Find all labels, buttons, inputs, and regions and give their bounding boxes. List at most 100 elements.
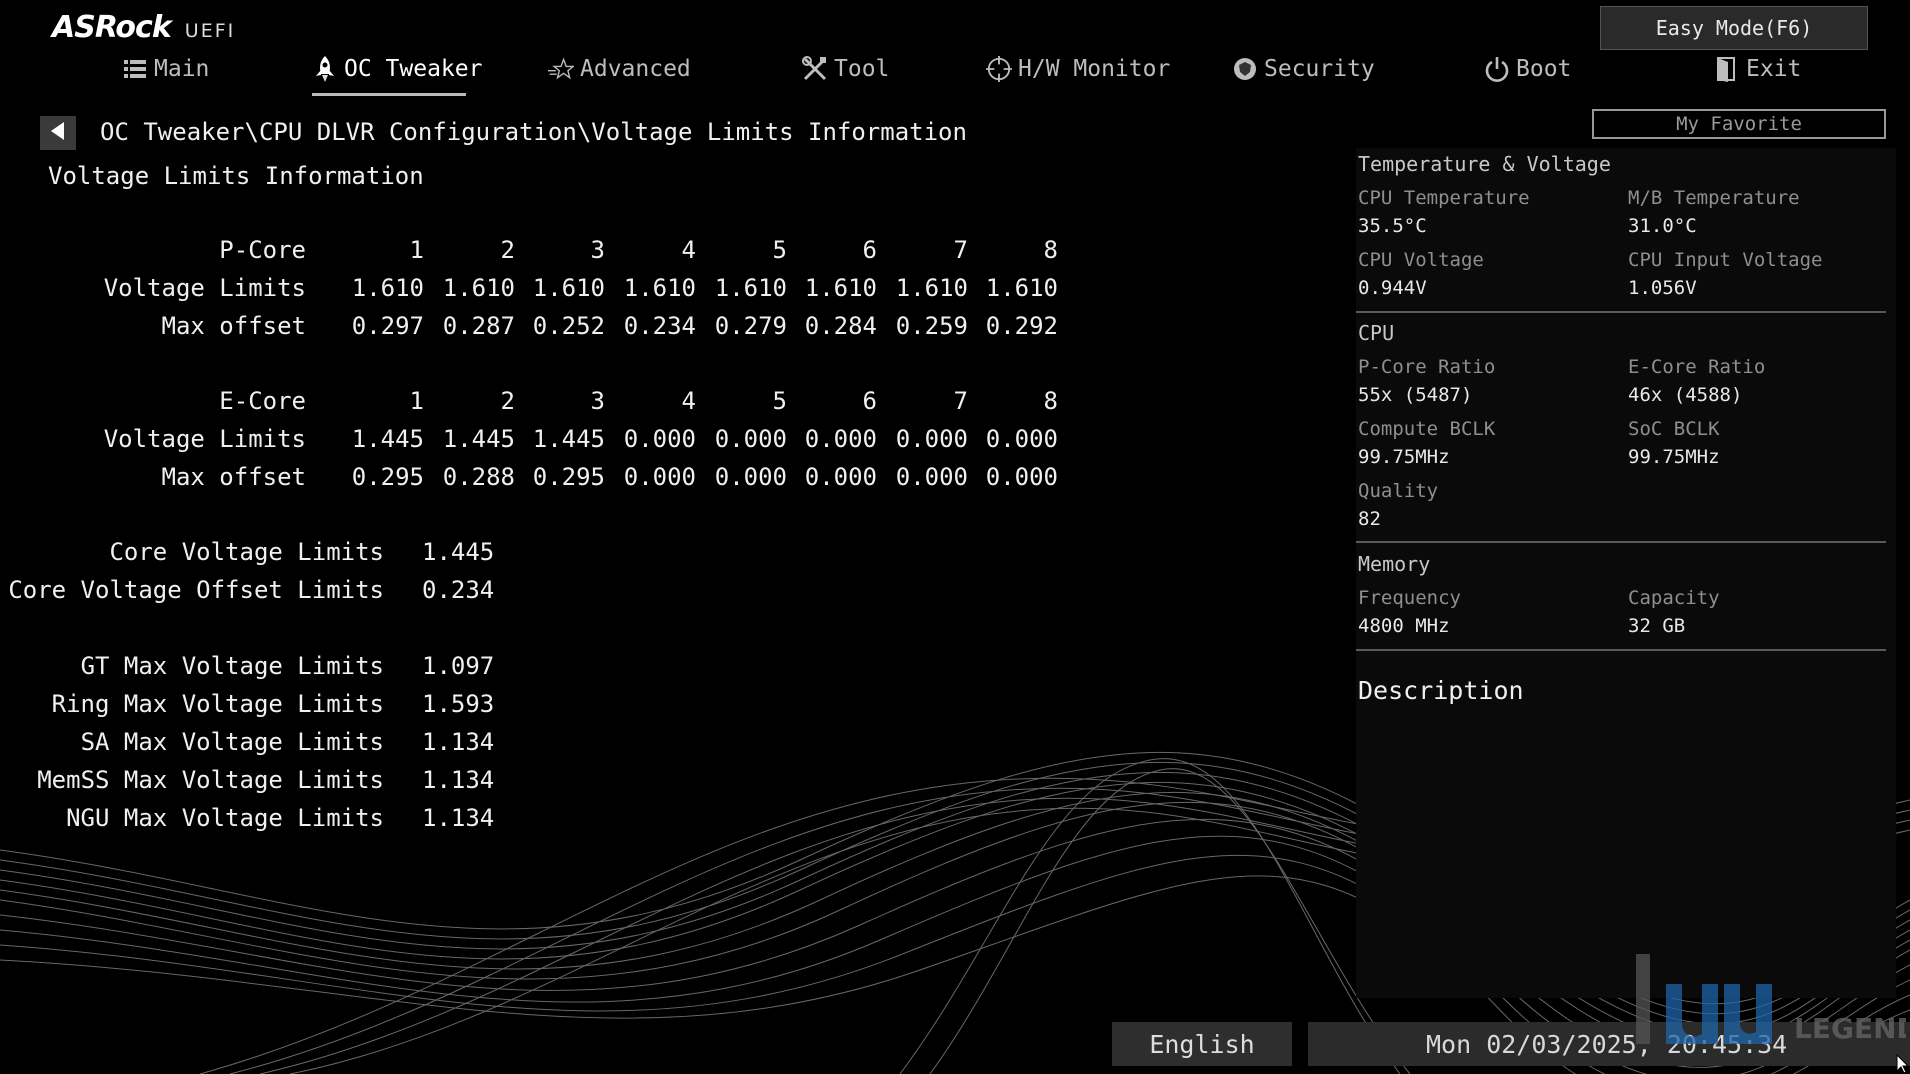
pcore-max-offset-3: 0.252 (532, 312, 605, 340)
ecore-ratio-value: 46x (4588) (1628, 384, 1743, 406)
ngu-max-voltage-value: 1.134 (422, 804, 495, 832)
cpu-section-title: CPU (1358, 321, 1395, 345)
memory-frequency-label: Frequency (1358, 587, 1461, 609)
pcore-header-row: P-Core 1 2 3 4 5 6 7 8 (0, 236, 1100, 266)
core-voltage-offset-limits-label: Core Voltage Offset Limits (8, 576, 384, 604)
pcore-voltage-limit-7: 1.610 (895, 274, 968, 302)
pcore-voltage-limit-3: 1.610 (532, 274, 605, 302)
ring-max-voltage-label: Ring Max Voltage Limits (51, 690, 384, 718)
ecore-max-offset-2: 0.288 (442, 463, 515, 491)
pcore-core-4: 4 (681, 236, 696, 264)
pcore-voltage-limit-2: 1.610 (442, 274, 515, 302)
ngu-max-voltage-label: NGU Max Voltage Limits (66, 804, 384, 832)
core-voltage-offset-limits-row[interactable]: Core Voltage Offset Limits 0.234 (0, 576, 600, 606)
my-favorite-button[interactable]: My Favorite (1592, 109, 1886, 139)
tab-tool[interactable]: Tool (802, 56, 889, 82)
pcore-max-offset-8: 0.292 (985, 312, 1058, 340)
product-name: UEFI (184, 20, 236, 42)
gt-max-voltage-row[interactable]: GT Max Voltage Limits 1.097 (0, 652, 600, 682)
pcore-core-2: 2 (500, 236, 515, 264)
memory-capacity-value: 32 GB (1628, 615, 1686, 637)
tab-hw-monitor-label: H/W Monitor (1018, 56, 1171, 82)
pcore-max-offset-4: 0.234 (623, 312, 696, 340)
ecore-voltage-limit-8: 0.000 (985, 425, 1058, 453)
memory-section-title: Memory (1358, 552, 1431, 576)
pcore-max-offset-row[interactable]: Max offset 0.297 0.287 0.252 0.234 0.279… (0, 312, 1100, 342)
core-voltage-limits-row[interactable]: Core Voltage Limits 1.445 (0, 538, 600, 568)
memss-max-voltage-row[interactable]: MemSS Max Voltage Limits 1.134 (0, 766, 600, 796)
pcore-core-5: 5 (772, 236, 787, 264)
tab-hw-monitor[interactable]: H/W Monitor (986, 56, 1170, 82)
ecore-core-3: 3 (590, 387, 605, 415)
memss-max-voltage-label: MemSS Max Voltage Limits (37, 766, 384, 794)
watermark-logo: LEGEND (1636, 954, 1906, 1045)
tab-exit-label: Exit (1746, 56, 1802, 82)
ecore-voltage-limits-row[interactable]: Voltage Limits 1.445 1.445 1.445 0.000 0… (0, 425, 1100, 455)
memory-capacity-label: Capacity (1628, 587, 1720, 609)
tab-boot[interactable]: Boot (1484, 56, 1571, 82)
sa-max-voltage-label: SA Max Voltage Limits (80, 728, 384, 756)
ecore-voltage-limit-4: 0.000 (623, 425, 696, 453)
pcore-core-1: 1 (409, 236, 424, 264)
pcore-voltage-limit-4: 1.610 (623, 274, 696, 302)
ring-max-voltage-row[interactable]: Ring Max Voltage Limits 1.593 (0, 690, 600, 720)
pcore-max-offset-1: 0.297 (351, 312, 424, 340)
pcore-max-offset-label: Max offset (161, 312, 307, 340)
ecore-max-offset-1: 0.295 (351, 463, 424, 491)
tab-boot-label: Boot (1516, 56, 1572, 82)
sa-max-voltage-row[interactable]: SA Max Voltage Limits 1.134 (0, 728, 600, 758)
ecore-core-1: 1 (409, 387, 424, 415)
language-button[interactable]: English (1112, 1022, 1292, 1066)
back-arrow-icon (51, 122, 65, 144)
cpu-voltage-value: 0.944V (1358, 277, 1427, 299)
ecore-max-offset-5: 0.000 (714, 463, 787, 491)
tab-oc-tweaker[interactable]: OC Tweaker (312, 56, 482, 82)
tab-security-label: Security (1264, 56, 1375, 82)
tab-main[interactable]: Main (122, 56, 209, 82)
exit-icon (1714, 56, 1740, 82)
mouse-cursor-icon (1896, 1054, 1910, 1074)
ecore-header: E-Core (219, 387, 306, 415)
main-tab-bar: Main OC Tweaker Advanced Tool H/W Monito… (0, 56, 1910, 96)
gt-max-voltage-label: GT Max Voltage Limits (80, 652, 384, 680)
section-divider (1356, 649, 1886, 651)
ngu-max-voltage-row[interactable]: NGU Max Voltage Limits 1.134 (0, 804, 600, 834)
ecore-max-offset-4: 0.000 (623, 463, 696, 491)
ecore-table: E-Core 1 2 3 4 5 6 7 8 Voltage Limits 1.… (0, 387, 1100, 497)
pcore-voltage-limits-row[interactable]: Voltage Limits 1.610 1.610 1.610 1.610 1… (0, 274, 1100, 304)
pcore-max-offset-5: 0.279 (714, 312, 787, 340)
cpu-input-voltage-value: 1.056V (1628, 277, 1697, 299)
pcore-header: P-Core (219, 236, 306, 264)
soc-bclk-value: 99.75MHz (1628, 446, 1720, 468)
ring-max-voltage-value: 1.593 (422, 690, 495, 718)
pcore-voltage-limit-5: 1.610 (714, 274, 787, 302)
ecore-core-6: 6 (862, 387, 877, 415)
section-divider (1356, 541, 1886, 543)
soc-bclk-label: SoC BCLK (1628, 418, 1720, 440)
ecore-max-offset-row[interactable]: Max offset 0.295 0.288 0.295 0.000 0.000… (0, 463, 1100, 493)
pcore-voltage-limit-8: 1.610 (985, 274, 1058, 302)
pcore-ratio-value: 55x (5487) (1358, 384, 1473, 406)
cpu-temperature-value: 35.5°C (1358, 215, 1427, 237)
ecore-voltage-limit-5: 0.000 (714, 425, 787, 453)
tab-advanced[interactable]: Advanced (548, 56, 691, 82)
ecore-voltage-limit-2: 1.445 (442, 425, 515, 453)
star-icon (548, 56, 574, 82)
ecore-max-offset-3: 0.295 (532, 463, 605, 491)
compute-bclk-label: Compute BCLK (1358, 418, 1496, 440)
compute-bclk-value: 99.75MHz (1358, 446, 1450, 468)
pcore-voltage-limit-1: 1.610 (351, 274, 424, 302)
ecore-core-2: 2 (500, 387, 515, 415)
ecore-max-offset-7: 0.000 (895, 463, 968, 491)
tab-security[interactable]: Security (1232, 56, 1375, 82)
ecore-max-offset-label: Max offset (161, 463, 307, 491)
back-button[interactable] (40, 116, 76, 150)
memory-frequency-value: 4800 MHz (1358, 615, 1450, 637)
tab-exit[interactable]: Exit (1714, 56, 1801, 82)
list-icon (122, 56, 148, 82)
ecore-core-7: 7 (953, 387, 968, 415)
core-voltage-offset-limits-value: 0.234 (422, 576, 495, 604)
gt-max-voltage-value: 1.097 (422, 652, 495, 680)
easy-mode-button[interactable]: Easy Mode(F6) (1600, 6, 1868, 50)
pcore-voltage-limit-6: 1.610 (804, 274, 877, 302)
